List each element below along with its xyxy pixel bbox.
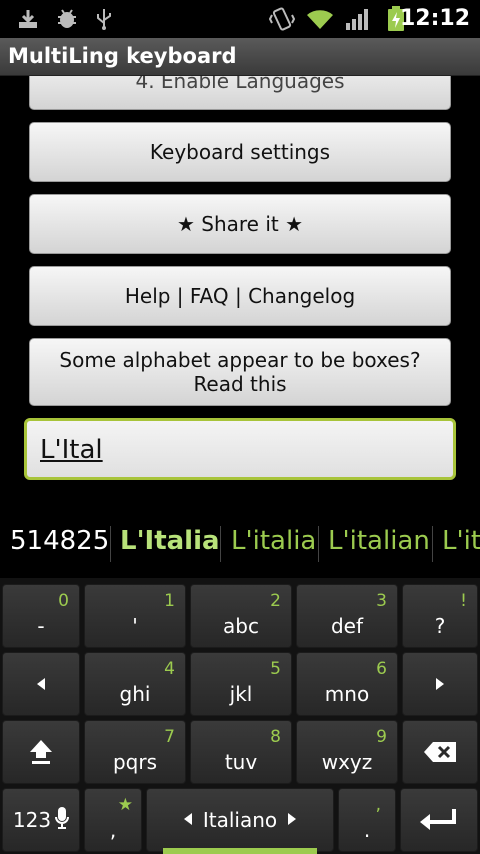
clock: 12:12 bbox=[399, 6, 470, 31]
help-faq-changelog-button[interactable]: Help | FAQ | Changelog bbox=[29, 266, 451, 326]
enable-languages-label: 4. Enable Languages bbox=[135, 76, 345, 93]
suggestion-divider bbox=[220, 526, 221, 562]
language-prev-icon bbox=[183, 811, 193, 830]
share-label: ★ Share it ★ bbox=[176, 212, 304, 236]
key-alt-label: 2 bbox=[270, 591, 281, 611]
key-mno[interactable]: 6 mno bbox=[296, 652, 398, 716]
key-def[interactable]: 3 def bbox=[296, 584, 398, 648]
key-comma[interactable]: ★ , bbox=[84, 788, 142, 852]
keyboard-settings-button[interactable]: Keyboard settings bbox=[29, 122, 451, 182]
alphabet-boxes-button[interactable]: Some alphabet appear to be boxes? Read t… bbox=[29, 338, 451, 406]
key-tuv[interactable]: 8 tuv bbox=[190, 720, 292, 784]
key-main-label: . bbox=[363, 818, 371, 842]
key-cursor-right[interactable] bbox=[402, 652, 478, 716]
key-abc[interactable]: 2 abc bbox=[190, 584, 292, 648]
numbers-voice-content: 123 bbox=[3, 789, 79, 851]
language-switch: Italiano bbox=[147, 789, 333, 851]
usb-icon bbox=[92, 7, 116, 31]
title-bar: MultiLing keyboard bbox=[0, 38, 480, 76]
suggestion-divider bbox=[110, 526, 111, 562]
suggestion-item[interactable]: L'Italia bbox=[120, 526, 220, 556]
key-alt-label: ! bbox=[460, 591, 467, 611]
key-ghi[interactable]: 4 ghi bbox=[84, 652, 186, 716]
key-wxyz[interactable]: 9 wxyz bbox=[296, 720, 398, 784]
app-title: MultiLing keyboard bbox=[8, 44, 237, 68]
numbers-label: 123 bbox=[12, 808, 52, 832]
key-main-label: jkl bbox=[229, 682, 253, 706]
help-label: Help | FAQ | Changelog bbox=[124, 284, 356, 308]
key-main-label: def bbox=[330, 614, 364, 638]
settings-content[interactable]: 4. Enable Languages Keyboard settings ★ … bbox=[0, 76, 480, 500]
language-label: Italiano bbox=[202, 808, 278, 832]
language-next-icon bbox=[287, 811, 297, 830]
key-shift[interactable] bbox=[2, 720, 80, 784]
suggestion-typed[interactable]: 514825 bbox=[10, 526, 109, 556]
suggestion-divider bbox=[318, 526, 319, 562]
key-alt-label: , bbox=[375, 795, 381, 815]
key-question[interactable]: ! ? bbox=[402, 584, 478, 648]
text-input-value: L'Ital bbox=[40, 435, 103, 465]
key-alt-label: 8 bbox=[270, 727, 281, 747]
key-main-label: pqrs bbox=[112, 750, 158, 774]
key-dash[interactable]: 0 - bbox=[2, 584, 80, 648]
key-main-label: tuv bbox=[224, 750, 258, 774]
key-alt-label: 1 bbox=[164, 591, 175, 611]
key-main-label: wxyz bbox=[321, 750, 373, 774]
android-debug-icon bbox=[54, 7, 80, 31]
enter-icon bbox=[401, 789, 477, 851]
key-alt-label: 5 bbox=[270, 659, 281, 679]
text-input-field[interactable]: L'Ital bbox=[24, 418, 456, 480]
keyboard-settings-label: Keyboard settings bbox=[149, 140, 331, 164]
key-alt-label: 9 bbox=[376, 727, 387, 747]
key-alt-label: 6 bbox=[376, 659, 387, 679]
signal-icon bbox=[344, 7, 372, 31]
key-numbers-voice[interactable]: 123 bbox=[2, 788, 80, 852]
left-arrow-icon bbox=[3, 653, 79, 715]
key-jkl[interactable]: 5 jkl bbox=[190, 652, 292, 716]
key-alt-label: 7 bbox=[164, 727, 175, 747]
microphone-icon bbox=[55, 806, 70, 834]
shift-icon bbox=[3, 721, 79, 783]
key-main-label: ? bbox=[434, 614, 446, 638]
key-main-label: ghi bbox=[119, 682, 151, 706]
suggestion-item[interactable]: L'italia bbox=[231, 526, 316, 556]
wifi-icon bbox=[304, 7, 336, 31]
status-bar: 12:12 bbox=[0, 0, 480, 38]
key-alt-label: 4 bbox=[164, 659, 175, 679]
key-main-label: - bbox=[37, 614, 45, 638]
right-arrow-icon bbox=[403, 653, 477, 715]
suggestion-divider bbox=[432, 526, 433, 562]
key-main-label: abc bbox=[223, 614, 259, 638]
backspace-icon bbox=[403, 721, 477, 783]
key-main-label: ' bbox=[132, 614, 138, 638]
suggestion-item[interactable]: L'it bbox=[442, 526, 480, 556]
key-apostrophe[interactable]: 1 ' bbox=[84, 584, 186, 648]
suggestion-item[interactable]: L'italian bbox=[328, 526, 430, 556]
language-indicator-bar bbox=[163, 848, 317, 854]
key-backspace[interactable] bbox=[402, 720, 478, 784]
suggestion-strip[interactable]: 514825 L'Italia L'italia L'italian L'it bbox=[0, 510, 480, 578]
key-main-label: mno bbox=[324, 682, 370, 706]
key-pqrs[interactable]: 7 pqrs bbox=[84, 720, 186, 784]
download-icon bbox=[16, 7, 40, 31]
key-main-label: , bbox=[109, 818, 117, 842]
key-alt-label: ★ bbox=[117, 795, 133, 815]
share-button[interactable]: ★ Share it ★ bbox=[29, 194, 451, 254]
key-alt-label: 3 bbox=[376, 591, 387, 611]
boxes-label-line2: Read this bbox=[193, 372, 287, 396]
enable-languages-button[interactable]: 4. Enable Languages bbox=[29, 76, 451, 110]
key-period[interactable]: , . bbox=[338, 788, 396, 852]
key-enter[interactable] bbox=[400, 788, 478, 852]
key-alt-label: 0 bbox=[58, 591, 69, 611]
soft-keyboard: 0 - 1 ' 2 abc 3 def ! ? 4 ghi 5 jkl 6 mn… bbox=[0, 578, 480, 854]
boxes-label-line1: Some alphabet appear to be boxes? bbox=[59, 348, 421, 372]
key-language-space[interactable]: Italiano bbox=[146, 788, 334, 852]
vibrate-icon bbox=[268, 7, 296, 31]
key-cursor-left[interactable] bbox=[2, 652, 80, 716]
